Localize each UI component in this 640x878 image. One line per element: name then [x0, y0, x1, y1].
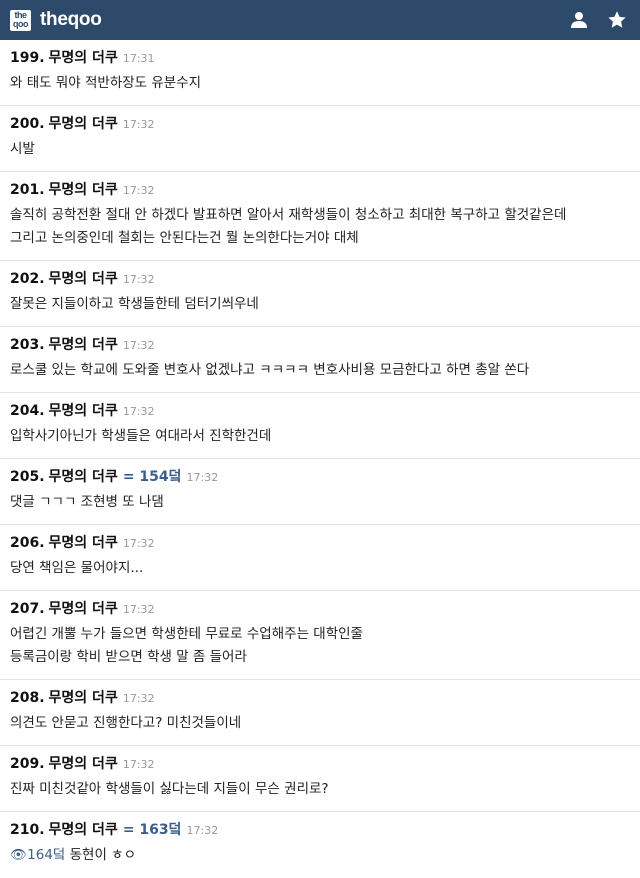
top-navigation-bar: the qoo theqoo [0, 0, 640, 40]
comment-body: 잘못은 지들이하고 학생들한테 덤터기씌우네 [10, 293, 630, 316]
comment-time: 17:32 [186, 471, 219, 484]
comment-author: 무명의 더쿠 [48, 690, 118, 706]
comment-number[interactable]: 206. [10, 535, 45, 551]
same-author-duk-count[interactable]: = 154덬 [123, 466, 182, 486]
comment-meta: 205. 무명의 더쿠 = 154덬 17:32 [10, 466, 630, 486]
comment-body: 와 태도 뭐야 적반하장도 유분수지 [10, 72, 630, 95]
comment-number[interactable]: 202. [10, 271, 45, 287]
comment-number[interactable]: 210. [10, 822, 45, 838]
comment-body: 댓글 ㄱㄱㄱ 조현병 또 나댐 [10, 491, 630, 514]
comment-item: 202. 무명의 더쿠 17:32 잘못은 지들이하고 학생들한테 덤터기씌우네 [0, 261, 640, 327]
comment-meta: 206. 무명의 더쿠 17:32 [10, 532, 630, 552]
comment-body: 진짜 미친것같아 학생들이 싫다는데 지들이 무슨 권리로? [10, 778, 630, 801]
comment-number[interactable]: 203. [10, 337, 45, 353]
comment-author: 무명의 더쿠 [48, 403, 118, 419]
comment-author: 무명의 더쿠 [48, 756, 118, 772]
same-author-duk-count[interactable]: = 163덬 [123, 819, 182, 839]
comment-text: 입학사기아닌가 학생들은 여대라서 진학한건데 [10, 428, 272, 444]
comment-author: 무명의 더쿠 [48, 116, 118, 132]
comment-text: 잘못은 지들이하고 학생들한테 덤터기씌우네 [10, 296, 259, 312]
comment-item: 208. 무명의 더쿠 17:32 의견도 안묻고 진행한다고? 미친것들이네 [0, 680, 640, 746]
comment-item: 209. 무명의 더쿠 17:32 진짜 미친것같아 학생들이 싫다는데 지들이… [0, 746, 640, 812]
comment-body: 어렵긴 개뿔 누가 들으면 학생한테 무료로 수업해주는 대학인줄 등록금이랑 … [10, 623, 630, 669]
comment-number[interactable]: 199. [10, 50, 45, 66]
comment-text: 의견도 안묻고 진행한다고? 미친것들이네 [10, 715, 242, 731]
star-icon[interactable] [606, 9, 628, 31]
comment-item: 204. 무명의 더쿠 17:32 입학사기아닌가 학생들은 여대라서 진학한건… [0, 393, 640, 459]
comment-item: 200. 무명의 더쿠 17:32 시발 [0, 106, 640, 172]
comment-number[interactable]: 205. [10, 469, 45, 485]
comment-meta: 204. 무명의 더쿠 17:32 [10, 400, 630, 420]
comment-time: 17:32 [122, 603, 155, 616]
comment-time: 17:32 [122, 184, 155, 197]
comment-time: 17:32 [122, 339, 155, 352]
comment-item: 201. 무명의 더쿠 17:32 솔직히 공학전환 절대 안 하겠다 발표하면… [0, 172, 640, 261]
comment-text: 진짜 미친것같아 학생들이 싫다는데 지들이 무슨 권리로? [10, 781, 329, 797]
comment-text: 솔직히 공학전환 절대 안 하겠다 발표하면 알아서 재학생들이 청소하고 최대… [10, 207, 567, 223]
comment-text: 당연 책임은 물어야지... [10, 560, 144, 576]
comment-item: 199. 무명의 더쿠 17:31 와 태도 뭐야 적반하장도 유분수지 [0, 40, 640, 106]
comment-text: 시발 [10, 141, 35, 157]
comment-author: 무명의 더쿠 [48, 535, 118, 551]
comment-time: 17:31 [122, 52, 155, 65]
comment-body: 의견도 안묻고 진행한다고? 미친것들이네 [10, 712, 630, 735]
comment-meta: 199. 무명의 더쿠 17:31 [10, 47, 630, 67]
comment-item: 203. 무명의 더쿠 17:32 로스쿨 있는 학교에 도와줄 변호사 없겠냐… [0, 327, 640, 393]
comment-meta: 200. 무명의 더쿠 17:32 [10, 113, 630, 133]
comment-meta: 210. 무명의 더쿠 = 163덬 17:32 [10, 819, 630, 839]
comment-time: 17:32 [122, 537, 155, 550]
comment-time: 17:32 [122, 273, 155, 286]
theqoo-logo[interactable]: the qoo [10, 9, 31, 31]
comment-author: 무명의 더쿠 [48, 50, 118, 66]
comment-time: 17:32 [186, 824, 219, 837]
comment-meta: 207. 무명의 더쿠 17:32 [10, 598, 630, 618]
user-icon[interactable] [568, 9, 590, 31]
reply-reference-link[interactable]: 👁164덬 [10, 847, 65, 863]
comment-item: 206. 무명의 더쿠 17:32 당연 책임은 물어야지... [0, 525, 640, 591]
comment-text: 와 태도 뭐야 적반하장도 유분수지 [10, 75, 202, 91]
comment-item: 207. 무명의 더쿠 17:32 어렵긴 개뿔 누가 들으면 학생한테 무료로… [0, 591, 640, 680]
comment-text: 댓글 ㄱㄱㄱ 조현병 또 나댐 [10, 494, 164, 510]
comment-number[interactable]: 207. [10, 601, 45, 617]
comment-author: 무명의 더쿠 [48, 337, 118, 353]
comment-text: 👁164덬 동현이 ㅎㅇ [10, 844, 630, 867]
comment-author: 무명의 더쿠 [48, 271, 118, 287]
comment-author: 무명의 더쿠 [48, 601, 118, 617]
comment-author: 무명의 더쿠 [48, 182, 118, 198]
comment-meta: 208. 무명의 더쿠 17:32 [10, 687, 630, 707]
comment-time: 17:32 [122, 405, 155, 418]
comment-author: 무명의 더쿠 [48, 822, 118, 838]
comment-body: 입학사기아닌가 학생들은 여대라서 진학한건데 [10, 425, 630, 448]
comment-number[interactable]: 209. [10, 756, 45, 772]
comment-body: 로스쿨 있는 학교에 도와줄 변호사 없겠냐고 ㅋㅋㅋㅋ 변호사비용 모금한다고… [10, 359, 630, 382]
comment-item: 205. 무명의 더쿠 = 154덬 17:32 댓글 ㄱㄱㄱ 조현병 또 나댐 [0, 459, 640, 525]
comment-item: 210. 무명의 더쿠 = 163덬 17:32 👁164덬 동현이 ㅎㅇ [0, 812, 640, 872]
comment-number[interactable]: 204. [10, 403, 45, 419]
comment-time: 17:32 [122, 758, 155, 771]
comment-text: 어렵긴 개뿔 누가 들으면 학생한테 무료로 수업해주는 대학인줄 [10, 626, 363, 642]
comment-meta: 203. 무명의 더쿠 17:32 [10, 334, 630, 354]
comment-meta: 202. 무명의 더쿠 17:32 [10, 268, 630, 288]
comment-body: 👁164덬 동현이 ㅎㅇ [10, 844, 630, 867]
comment-text: 로스쿨 있는 학교에 도와줄 변호사 없겠냐고 ㅋㅋㅋㅋ 변호사비용 모금한다고… [10, 362, 530, 378]
comment-number[interactable]: 201. [10, 182, 45, 198]
comment-body: 당연 책임은 물어야지... [10, 557, 630, 580]
comment-number[interactable]: 208. [10, 690, 45, 706]
comment-body: 솔직히 공학전환 절대 안 하겠다 발표하면 알아서 재학생들이 청소하고 최대… [10, 204, 630, 250]
comment-list: 199. 무명의 더쿠 17:31 와 태도 뭐야 적반하장도 유분수지 200… [0, 40, 640, 872]
comment-text: 등록금이랑 학비 받으면 학생 말 좀 들어라 [10, 649, 247, 665]
comment-time: 17:32 [122, 118, 155, 131]
comment-author: 무명의 더쿠 [48, 469, 118, 485]
comment-text: 그리고 논의중인데 철회는 안된다는건 뭘 논의한다는거야 대체 [10, 230, 359, 246]
comment-time: 17:32 [122, 692, 155, 705]
comment-meta: 209. 무명의 더쿠 17:32 [10, 753, 630, 773]
comment-text-content: 동현이 ㅎㅇ [69, 847, 137, 863]
logo-text-bottom: qoo [13, 19, 29, 29]
comment-meta: 201. 무명의 더쿠 17:32 [10, 179, 630, 199]
comment-number[interactable]: 200. [10, 116, 45, 132]
comment-body: 시발 [10, 138, 630, 161]
brand-title[interactable]: theqoo [40, 9, 102, 31]
